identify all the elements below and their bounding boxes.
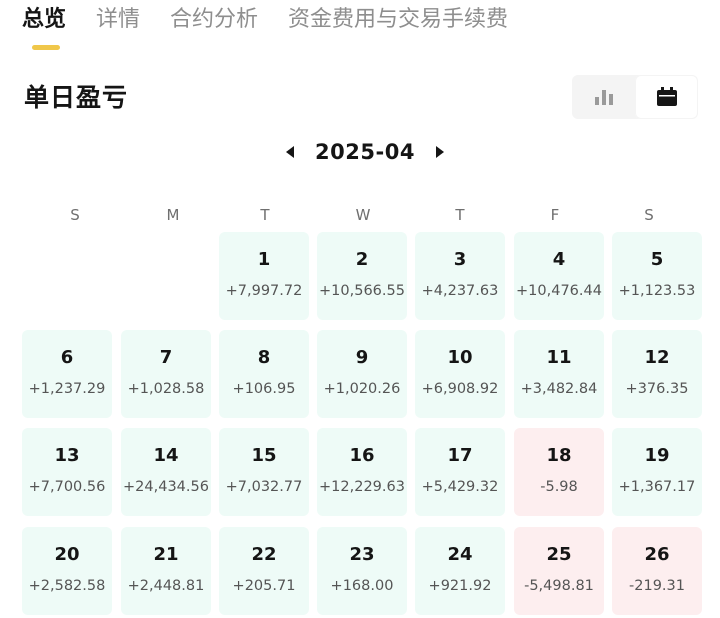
day-number: 26 [644,544,670,565]
calendar-day-cell[interactable]: 11 +3,482.84 [514,330,604,418]
daily-pnl: +921.92 [428,578,492,594]
daily-pnl: +1,237.29 [28,381,106,397]
calendar-day-cell[interactable]: 12 +376.35 [612,330,702,418]
calendar-day-cell[interactable]: 21 +2,448.81 [121,527,211,615]
calendar-day-cell[interactable]: 3 +4,237.63 [415,232,505,320]
daily-pnl: +7,032.77 [225,479,303,495]
calendar-day-cell[interactable]: 24 +921.92 [415,527,505,615]
calendar-grid: 1 +7,997.72 2 +10,566.55 3 +4,237.63 4 +10,476.… [0,0,720,618]
daily-pnl: +24,434.56 [123,479,209,495]
daily-pnl: +1,028.58 [127,381,205,397]
calendar-day-cell[interactable]: 19 +1,367.17 [612,428,702,516]
day-number: 25 [546,544,572,565]
daily-pnl: +7,997.72 [225,283,303,299]
daily-pnl: +168.00 [330,578,394,594]
day-number: 1 [257,249,271,270]
day-number: 24 [447,544,473,565]
day-number: 7 [159,347,173,368]
day-number: 10 [447,347,473,368]
calendar-day-cell[interactable]: 14 +24,434.56 [121,428,211,516]
day-number: 12 [644,347,670,368]
day-number: 11 [546,347,572,368]
day-number: 22 [251,544,277,565]
calendar-day-cell[interactable]: 23 +168.00 [317,527,407,615]
day-number: 20 [54,544,80,565]
daily-pnl: +106.95 [232,381,296,397]
day-number: 13 [54,445,80,466]
calendar-day-cell[interactable]: 26 -219.31 [612,527,702,615]
daily-pnl: +376.35 [625,381,689,397]
calendar-day-cell[interactable]: 22 +205.71 [219,527,309,615]
daily-pnl: +3,482.84 [520,381,598,397]
calendar-day-cell[interactable]: 18 -5.98 [514,428,604,516]
day-number: 3 [453,249,467,270]
daily-pnl: +1,367.17 [618,479,696,495]
calendar-day-cell[interactable]: 9 +1,020.26 [317,330,407,418]
day-number: 17 [447,445,473,466]
daily-pnl: +1,020.26 [323,381,401,397]
calendar-day-cell[interactable]: 8 +106.95 [219,330,309,418]
calendar-day-cell[interactable]: 2 +10,566.55 [317,232,407,320]
daily-pnl: -219.31 [629,578,685,594]
day-number: 16 [349,445,375,466]
daily-pnl: +10,476.44 [516,283,602,299]
daily-pnl: +6,908.92 [421,381,499,397]
day-number: 18 [546,445,572,466]
calendar-day-cell[interactable]: 7 +1,028.58 [121,330,211,418]
daily-pnl: +12,229.63 [319,479,405,495]
daily-pnl: +7,700.56 [28,479,106,495]
daily-pnl: +2,582.58 [28,578,106,594]
daily-pnl: +5,429.32 [421,479,499,495]
day-number: 23 [349,544,375,565]
calendar-day-cell[interactable]: 6 +1,237.29 [22,330,112,418]
day-number: 21 [153,544,179,565]
daily-pnl: -5,498.81 [524,578,594,594]
calendar-day-cell[interactable]: 16 +12,229.63 [317,428,407,516]
day-number: 4 [552,249,566,270]
calendar-day-cell[interactable]: 10 +6,908.92 [415,330,505,418]
calendar-day-cell[interactable]: 13 +7,700.56 [22,428,112,516]
calendar-day-cell[interactable]: 17 +5,429.32 [415,428,505,516]
day-number: 9 [355,347,369,368]
daily-pnl: +4,237.63 [421,283,499,299]
day-number: 5 [650,249,664,270]
day-number: 8 [257,347,271,368]
calendar-day-cell[interactable]: 1 +7,997.72 [219,232,309,320]
daily-pnl: -5.98 [540,479,578,495]
day-number: 2 [355,249,369,270]
day-number: 15 [251,445,277,466]
calendar-day-cell[interactable]: 25 -5,498.81 [514,527,604,615]
daily-pnl: +10,566.55 [319,283,405,299]
calendar-day-cell[interactable]: 5 +1,123.53 [612,232,702,320]
daily-pnl: +2,448.81 [127,578,205,594]
day-number: 14 [153,445,179,466]
day-number: 19 [644,445,670,466]
calendar-day-cell[interactable]: 15 +7,032.77 [219,428,309,516]
day-number: 6 [60,347,74,368]
daily-pnl: +205.71 [232,578,296,594]
daily-pnl: +1,123.53 [618,283,696,299]
calendar-day-cell[interactable]: 4 +10,476.44 [514,232,604,320]
calendar-day-cell[interactable]: 20 +2,582.58 [22,527,112,615]
